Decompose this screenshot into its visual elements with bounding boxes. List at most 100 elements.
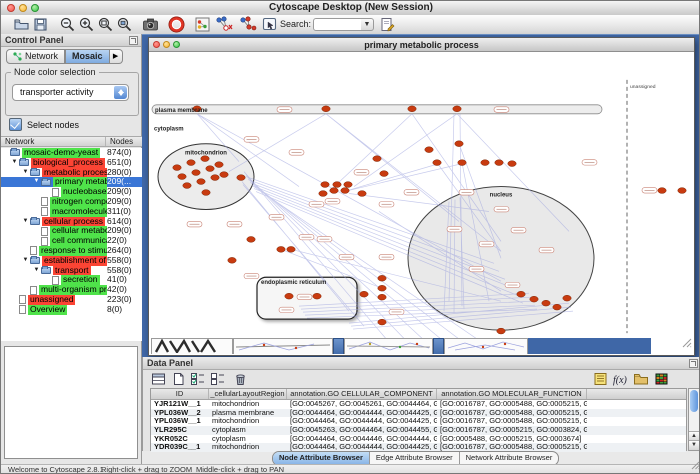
background-window-fragment[interactable] bbox=[151, 338, 233, 354]
attribute-editor-button[interactable] bbox=[379, 16, 396, 33]
zoom-out-button[interactable] bbox=[59, 16, 76, 33]
expander-icon[interactable]: ▼ bbox=[32, 266, 41, 276]
network-window-titlebar[interactable]: primary metabolic process bbox=[149, 38, 694, 52]
unselect-attributes-button[interactable] bbox=[210, 372, 226, 387]
zoom-selected-button[interactable] bbox=[116, 16, 133, 33]
birds-eye-view[interactable] bbox=[4, 346, 138, 459]
zoom-window-button[interactable] bbox=[173, 41, 180, 48]
node-color-dropdown[interactable]: transporter activity bbox=[12, 84, 129, 101]
table-row[interactable]: YPL036W__1 mitochondrion [GO:0044464, GO… bbox=[151, 417, 686, 426]
tree-row[interactable]: ▼ nitrogen compo 209(0) bbox=[1, 197, 142, 207]
close-button[interactable] bbox=[153, 41, 160, 48]
import-attributes-button[interactable] bbox=[633, 372, 649, 387]
column-header-region[interactable]: _cellularLayoutRegion bbox=[209, 389, 287, 399]
tree-item-icon bbox=[30, 246, 37, 255]
search-dropdown-button[interactable]: ▼ bbox=[361, 18, 374, 31]
expander-icon[interactable]: ▼ bbox=[21, 217, 30, 227]
checked-boxes-icon bbox=[190, 372, 206, 386]
expander-icon[interactable]: ▼ bbox=[10, 158, 19, 168]
attribute-table-button[interactable] bbox=[150, 372, 166, 387]
tree-row[interactable]: ▼ cellular process 614(0) bbox=[1, 217, 142, 227]
apply-layout-button-1[interactable] bbox=[214, 16, 231, 33]
tree-row[interactable]: ▼ establishment of lo 558(0) bbox=[1, 256, 142, 266]
tree-header-network[interactable]: Network bbox=[1, 137, 106, 146]
tab-mosaic[interactable]: Mosaic bbox=[65, 49, 110, 64]
expander-icon[interactable]: ▼ bbox=[21, 168, 30, 178]
column-header-id[interactable]: ID bbox=[151, 389, 209, 399]
tab-label: Edge Attribute Browser bbox=[376, 453, 453, 462]
scrollbar-thumb[interactable] bbox=[690, 390, 698, 412]
tree-header-nodes[interactable]: Nodes bbox=[106, 137, 142, 146]
expander-icon[interactable]: ▼ bbox=[32, 177, 41, 187]
tree-row[interactable]: ▼ biological_process 651(0) bbox=[1, 158, 142, 168]
tree-row[interactable]: ▼ Overview 8(0) bbox=[1, 305, 142, 315]
table-scrollbar[interactable]: ▲ ▼ bbox=[688, 388, 700, 451]
apply-layout-button-2[interactable] bbox=[238, 16, 255, 33]
tab-label: Node Attribute Browser bbox=[279, 453, 363, 462]
annotation-select-button[interactable] bbox=[261, 16, 278, 33]
tree-row[interactable]: ▼ cellular metabo 209(0) bbox=[1, 226, 142, 236]
save-session-button[interactable] bbox=[32, 16, 49, 33]
snapshot-button[interactable] bbox=[142, 16, 159, 33]
window-resize-grip[interactable] bbox=[682, 335, 692, 353]
function-builder-button[interactable]: f(x) bbox=[612, 372, 628, 387]
search-input[interactable] bbox=[313, 18, 365, 31]
tree-row[interactable]: ▼ transport 558(0) bbox=[1, 266, 142, 276]
zoom-window-button[interactable] bbox=[31, 4, 39, 12]
function-icon: f(x) bbox=[612, 372, 629, 386]
table-row[interactable]: YJR121W__1 mitochondrion [GO:0045267, GO… bbox=[151, 400, 686, 409]
background-window-fragment[interactable] bbox=[333, 338, 344, 354]
app-resize-grip[interactable] bbox=[691, 457, 700, 474]
delete-attribute-button[interactable] bbox=[232, 372, 248, 387]
tree-row[interactable]: ▼ multi-organism pro 42(0) bbox=[1, 285, 142, 295]
table-row[interactable]: YLR295C cytoplasm [GO:0045263, GO:004446… bbox=[151, 426, 686, 435]
help-button[interactable] bbox=[168, 16, 185, 33]
tree-row[interactable]: ▼ nucleobase- 209(0) bbox=[1, 187, 142, 197]
zoom-fit-icon bbox=[97, 16, 114, 33]
background-window-fragment[interactable] bbox=[433, 338, 444, 354]
select-attributes-button[interactable] bbox=[190, 372, 206, 387]
tree-row[interactable]: ▼ mosaic-demo-yeast 874(0) bbox=[1, 148, 142, 158]
float-panel-icon[interactable] bbox=[689, 359, 698, 368]
column-header-filler bbox=[587, 389, 686, 399]
attribute-matrix-button[interactable] bbox=[653, 372, 669, 387]
tree-row-count: 558(0) bbox=[107, 266, 142, 276]
tab-network[interactable]: Network bbox=[6, 49, 65, 64]
column-header-cellular-component[interactable]: annotation.GO CELLULAR_COMPONENT bbox=[287, 389, 437, 399]
new-attribute-button[interactable] bbox=[170, 372, 186, 387]
zoom-in-icon bbox=[78, 16, 95, 33]
node-color-dropdown-value: transporter activity bbox=[13, 85, 128, 100]
zoom-in-button[interactable] bbox=[78, 16, 95, 33]
cell-id: YKR052C bbox=[151, 435, 209, 444]
attribute-list-button[interactable] bbox=[592, 372, 608, 387]
expander-icon[interactable]: ▼ bbox=[21, 256, 30, 266]
tree-row[interactable]: ▼ unassigned 223(0) bbox=[1, 295, 142, 305]
column-header-molecular-function[interactable]: annotation.GO MOLECULAR_FUNCTION bbox=[437, 389, 587, 399]
background-window-fragment[interactable] bbox=[344, 338, 433, 354]
float-panel-icon[interactable] bbox=[129, 36, 138, 45]
tree-row[interactable]: ▼ secretion 41(0) bbox=[1, 275, 142, 285]
network-canvas[interactable]: plasma membrane cytoplasm mitochondrion … bbox=[149, 52, 694, 354]
minimize-button[interactable] bbox=[19, 4, 27, 12]
tree-row[interactable]: ▼ primary metabo 209(... bbox=[1, 177, 142, 187]
zoom-fit-button[interactable] bbox=[97, 16, 114, 33]
minimize-button[interactable] bbox=[163, 41, 170, 48]
data-panel-title: Data Panel bbox=[147, 358, 193, 368]
network-overview-button[interactable] bbox=[194, 16, 211, 33]
scroll-down-icon[interactable]: ▼ bbox=[689, 440, 699, 450]
close-button[interactable] bbox=[7, 4, 15, 12]
tree-row[interactable]: ▼ metabolic process 280(0) bbox=[1, 168, 142, 178]
table-row[interactable]: YKR052C cytoplasm [GO:0044464, GO:004444… bbox=[151, 435, 686, 444]
network-window[interactable]: primary metabolic process bbox=[148, 37, 695, 356]
background-window-fragment[interactable] bbox=[444, 338, 528, 354]
tree-row[interactable]: ▼ macromolecule 311(0) bbox=[1, 207, 142, 217]
checkbox-checked-icon[interactable] bbox=[9, 118, 22, 131]
tree-row[interactable]: ▼ response to stimulu 264(0) bbox=[1, 246, 142, 256]
tree-row[interactable]: ▼ cell communicat 22(0) bbox=[1, 236, 142, 246]
tree-row-label: establishment of lo bbox=[42, 256, 117, 266]
background-window-fragment[interactable] bbox=[233, 338, 333, 354]
tab-overflow-button[interactable]: ▶ bbox=[110, 49, 123, 64]
open-session-button[interactable] bbox=[13, 16, 30, 33]
select-nodes-checkbox-row[interactable]: Select nodes bbox=[9, 118, 79, 131]
table-row[interactable]: YPL036W__2 plasma membrane [GO:0044464, … bbox=[151, 409, 686, 418]
